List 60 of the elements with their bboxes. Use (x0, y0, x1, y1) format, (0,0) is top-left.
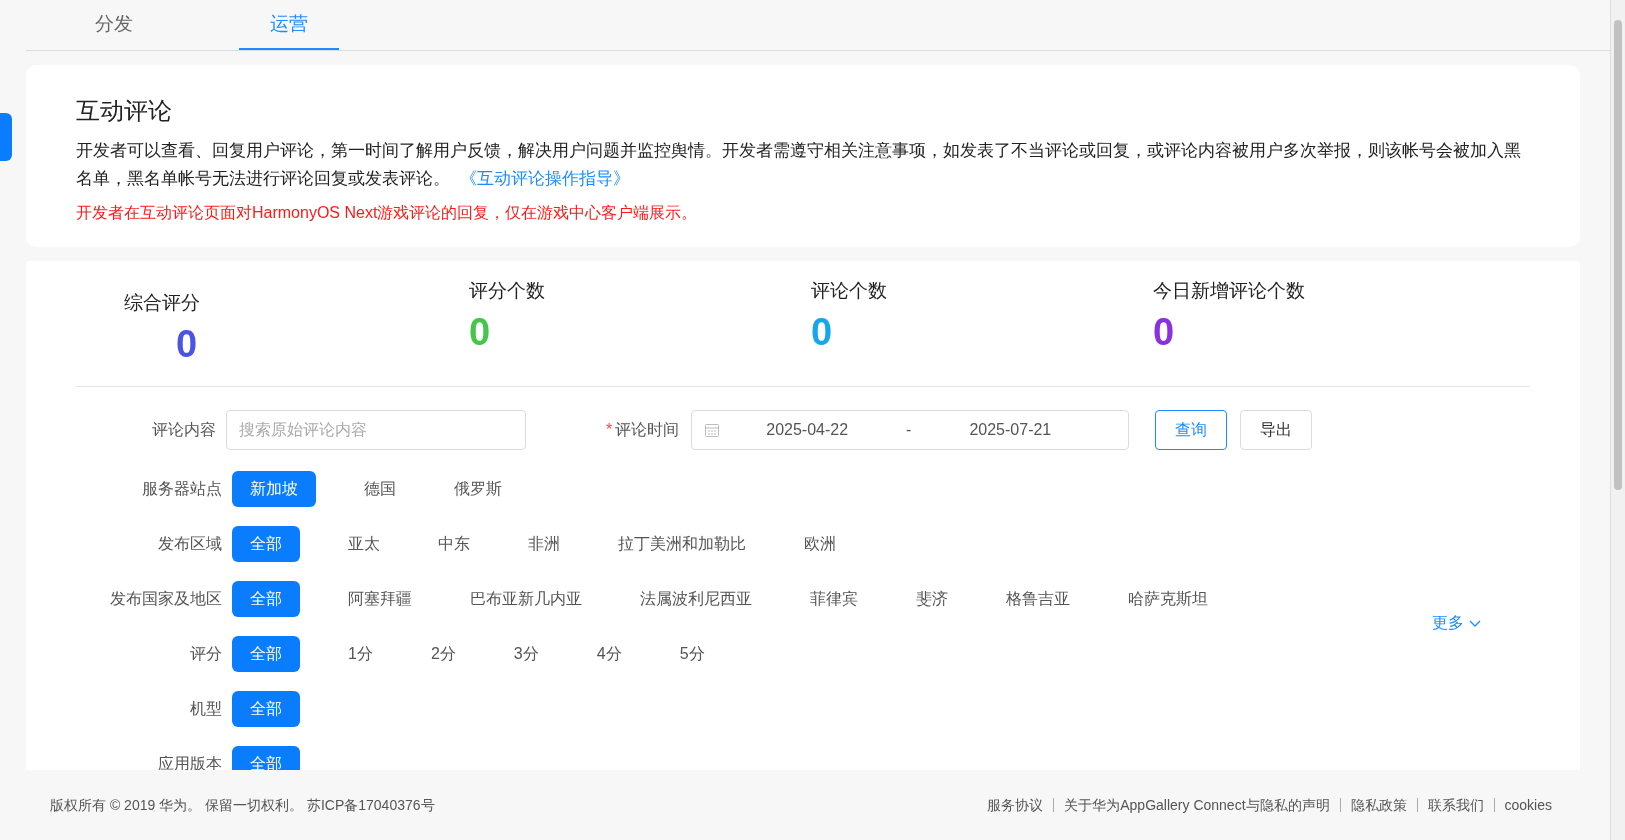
filter-option[interactable]: 斐济 (906, 581, 958, 617)
stat-value: 0 (811, 309, 834, 355)
filter-label: 发布国家及地区 (109, 589, 223, 609)
filter-option[interactable]: 非洲 (518, 526, 570, 562)
search-field[interactable]: 搜索原始评论内容 (226, 410, 526, 450)
filter-option[interactable]: 拉丁美洲和加勒比 (608, 526, 756, 562)
stat-value: 0 (469, 309, 492, 355)
filter-option[interactable]: 菲律宾 (800, 581, 868, 617)
filter-option[interactable]: 全部 (232, 691, 300, 727)
date-separator: - (906, 420, 912, 440)
notice-text: 开发者在互动评论页面对HarmonyOS Next游戏评论的回复，仅在游戏中心客户端展示。 (76, 203, 699, 223)
description: 开发者可以查看、回复用户评论，第一时间了解用户反馈，解决用户问题并监控舆情。开发者需遵守相关注意事项，如发表了不当评论或回复，或评论内容被用户多次举报，则该帐号会被加入黑名单，黑名单帐号无法进行评论回复或发表评论。 《互动评论操作指导》 (76, 140, 1522, 190)
filter-label: 服务器站点 (141, 479, 223, 499)
footer-link[interactable]: cookies (1493, 798, 1562, 812)
filter-option[interactable]: 4分 (586, 636, 632, 672)
stat-label: 今日新增评论个数 (1153, 279, 1306, 303)
filter-option[interactable]: 哈萨克斯坦 (1118, 581, 1218, 617)
page-title: 互动评论 (76, 96, 173, 126)
filter-option[interactable]: 中东 (428, 526, 480, 562)
end-date: 2025-07-21 (969, 420, 1052, 440)
filter-label: 评论内容 (151, 420, 217, 440)
filter-option[interactable]: 2分 (420, 636, 466, 672)
filter-label: 评分 (189, 644, 223, 664)
side-tab[interactable] (0, 113, 12, 161)
filter-option[interactable]: 全部 (232, 581, 300, 617)
footer-link[interactable]: 联系我们 (1416, 798, 1494, 812)
stat-value: 0 (175, 321, 199, 367)
scrollbar[interactable] (1610, 0, 1625, 840)
filter-option[interactable]: 5分 (669, 636, 715, 672)
filter-option[interactable]: 全部 (232, 526, 300, 562)
start-date: 2025-04-22 (766, 420, 849, 440)
required-mark: * (606, 420, 613, 440)
filter-option[interactable]: 德国 (354, 471, 406, 507)
calendar-icon (704, 422, 721, 438)
stat-label: 评论个数 (811, 279, 888, 303)
export-button[interactable]: 导出 (1240, 410, 1313, 450)
date-range-field[interactable]: 2025-04-22 - 2025-07-21 (691, 410, 1130, 450)
filter-option[interactable]: 欧洲 (794, 526, 846, 562)
copyright-text: 版权所有 © 2019 华为。 保留一切权利。 苏ICP备17040376号 (50, 795, 435, 815)
filter-label: * 评论时间 (606, 418, 692, 442)
tab[interactable]: 分发 (64, 0, 164, 50)
footer-link[interactable]: 服务协议 (977, 794, 1054, 816)
filter-option[interactable]: 1分 (338, 636, 383, 672)
filter-option[interactable]: 阿塞拜疆 (338, 581, 422, 617)
filter-option[interactable]: 新加坡 (232, 471, 316, 507)
filter-label: 机型 (189, 699, 223, 719)
stat-label: 评分个数 (469, 279, 546, 303)
filter-option[interactable]: 格鲁吉亚 (996, 581, 1080, 617)
filter-option[interactable]: 法属波利尼西亚 (630, 581, 762, 617)
footer-link[interactable]: 隐私政策 (1339, 798, 1417, 812)
filter-label: 发布区域 (157, 534, 223, 554)
more-button[interactable]: 更多 (1432, 610, 1482, 635)
stat-value: 0 (1153, 309, 1176, 355)
filter-option[interactable]: 俄罗斯 (444, 471, 512, 507)
footer-link[interactable]: 关于华为AppGallery Connect与隐私的声明 (1053, 798, 1340, 812)
filter-option[interactable]: 巴布亚新几内亚 (460, 581, 592, 617)
filter-option[interactable]: 亚太 (338, 526, 390, 562)
filter-option[interactable]: 全部 (232, 636, 300, 672)
stat-label: 综合评分 (124, 291, 201, 315)
filter-option[interactable]: 3分 (503, 636, 549, 672)
